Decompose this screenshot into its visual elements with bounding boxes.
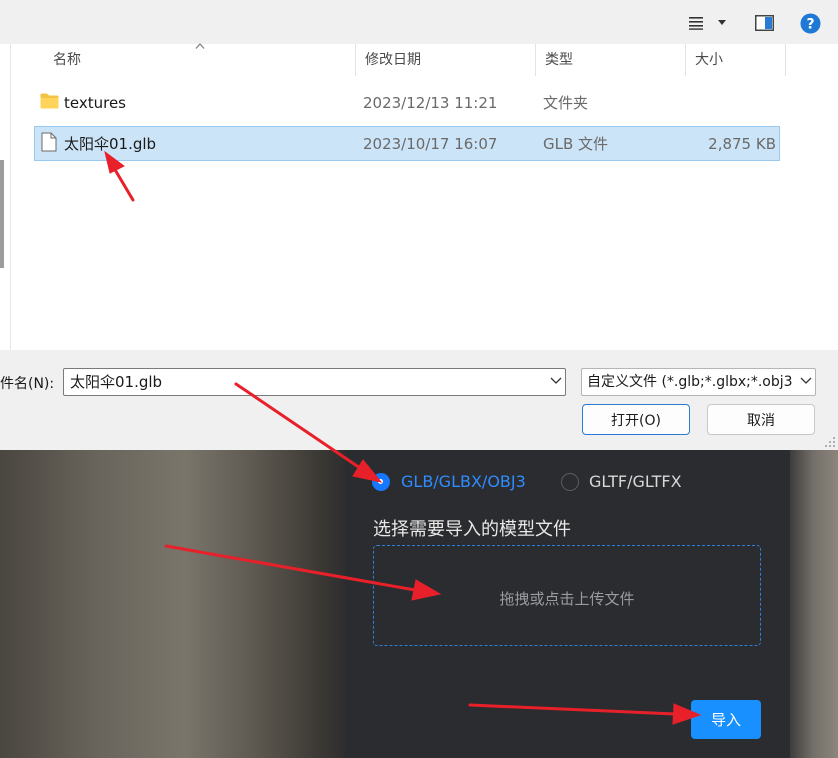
chevron-down-icon[interactable] bbox=[800, 377, 812, 385]
preview-pane-icon[interactable] bbox=[755, 15, 774, 31]
dialog-footer bbox=[0, 350, 838, 450]
chevron-down-icon[interactable] bbox=[717, 20, 727, 26]
file-name: textures bbox=[64, 94, 126, 112]
file-type: GLB 文件 bbox=[543, 135, 609, 153]
sort-up-icon bbox=[195, 43, 205, 49]
radio-gltf-label[interactable]: GLTF/GLTFX bbox=[589, 472, 682, 492]
section-title: 选择需要导入的模型文件 bbox=[373, 519, 571, 540]
open-button[interactable]: 打开(O) bbox=[582, 404, 690, 435]
file-size: 2,875 KB bbox=[708, 135, 776, 153]
dialog-toolbar: ? bbox=[0, 0, 838, 44]
file-icon bbox=[41, 132, 57, 152]
file-date: 2023/10/17 16:07 bbox=[363, 135, 498, 153]
svg-text:?: ? bbox=[806, 17, 814, 33]
file-type: 文件夹 bbox=[543, 94, 589, 112]
column-header-type[interactable]: 类型 bbox=[535, 44, 685, 76]
drop-zone-text: 拖拽或点击上传文件 bbox=[499, 590, 635, 608]
filename-input[interactable]: 太阳伞01.glb bbox=[63, 368, 566, 396]
chevron-down-icon[interactable] bbox=[550, 377, 562, 385]
help-icon[interactable]: ? bbox=[800, 13, 821, 34]
file-name: 太阳伞01.glb bbox=[64, 135, 157, 153]
view-menu-icon[interactable] bbox=[688, 16, 704, 30]
column-separator[interactable] bbox=[785, 44, 786, 76]
column-header-date[interactable]: 修改日期 bbox=[355, 44, 535, 76]
cancel-button[interactable]: 取消 bbox=[707, 404, 815, 435]
radio-gltf[interactable] bbox=[561, 473, 579, 491]
navigation-scrollbar[interactable] bbox=[0, 160, 4, 268]
column-header-size[interactable]: 大小 bbox=[685, 44, 785, 76]
file-date: 2023/12/13 11:21 bbox=[363, 94, 498, 112]
app-background-edge bbox=[790, 450, 838, 758]
radio-glb-label[interactable]: GLB/GLBX/OBJ3 bbox=[401, 472, 526, 492]
radio-glb[interactable] bbox=[372, 473, 390, 491]
folder-icon bbox=[40, 93, 59, 109]
import-button[interactable]: 导入 bbox=[691, 700, 761, 739]
resize-grip-icon[interactable] bbox=[824, 436, 836, 448]
filetype-select[interactable]: 自定义文件 (*.glb;*.glbx;*.obj3 bbox=[581, 368, 816, 396]
filename-label: 件名(N): bbox=[0, 376, 55, 392]
